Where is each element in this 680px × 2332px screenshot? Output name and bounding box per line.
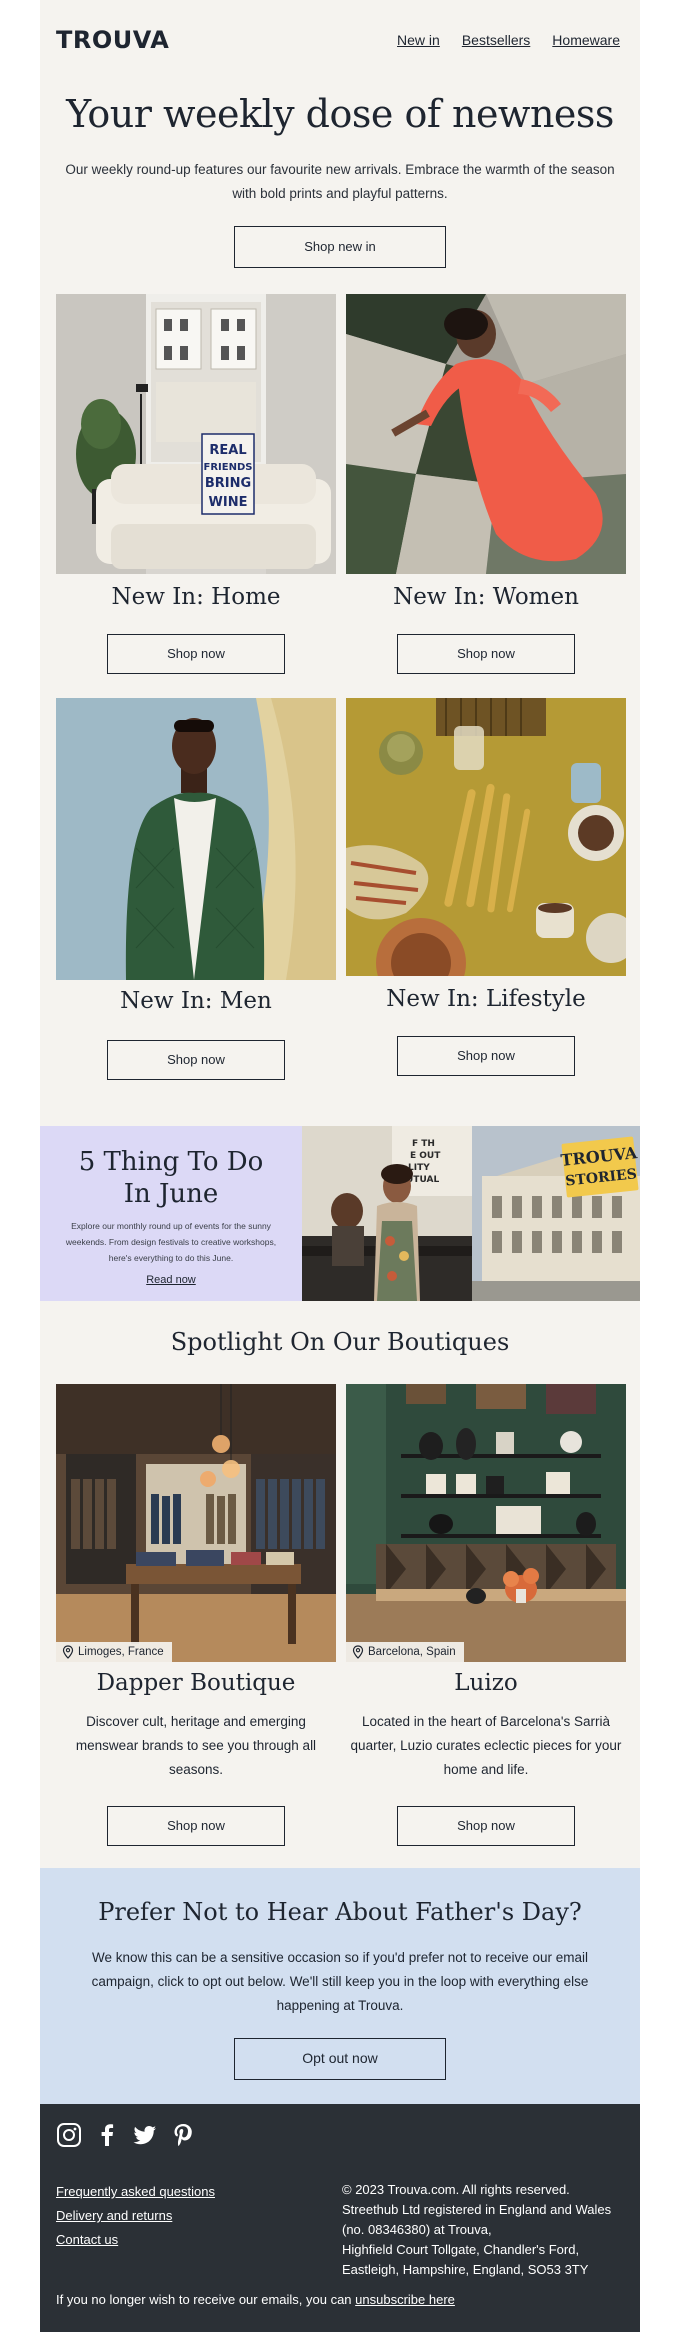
location-text-luizo: Barcelona, Spain [368,1646,456,1658]
footer-copyright: © 2023 Trouva.com. All rights reserved. … [342,2180,632,2280]
contact-us-link[interactable]: Contact us [56,2228,215,2252]
hero-text: Our weekly round-up features our favouri… [65,162,615,201]
copyright-line: © 2023 Trouva.com. All rights reserved. [342,2182,570,2197]
product-title-lifestyle: New In: Lifestyle [386,986,586,1012]
read-now-link[interactable]: Read now [40,1274,302,1286]
nav-link-new-in[interactable]: New in [397,32,440,48]
events-text-panel: 5 Thing To Do In June Explore our monthl… [40,1126,302,1301]
twitter-icon[interactable] [132,2122,158,2148]
product-image-men[interactable] [56,698,336,980]
company-number-line: (no. 08346380) at Trouva, [342,2222,492,2237]
product-image-women[interactable] [346,294,626,574]
unsubscribe-text: If you no longer wish to receive our ema… [56,2292,352,2307]
events-title-line2: In June [123,1179,219,1209]
svg-text:WINE: WINE [209,495,248,510]
svg-text:REAL: REAL [209,443,246,458]
opt-out-button[interactable]: Opt out now [234,2038,446,2080]
svg-text:BRING: BRING [205,476,251,491]
nav-link-bestsellers[interactable]: Bestsellers [462,32,530,48]
boutique-name-luizo: Luizo [454,1670,518,1696]
events-image[interactable]: F TH E OUT LITY UTUAL TROUVA STORIES [302,1126,640,1301]
shop-now-button-luizo[interactable]: Shop now [397,1806,575,1846]
svg-text:FRIENDS: FRIENDS [204,462,253,473]
shop-now-button-lifestyle[interactable]: Shop now [397,1036,575,1076]
address-line: Highfield Court Tollgate, Chandler's For… [342,2242,580,2257]
hero-title: Your weekly dose of newness [66,92,614,136]
product-title-home: New In: Home [111,584,281,610]
delivery-returns-link[interactable]: Delivery and returns [56,2204,215,2228]
boutique-desc-luizo: Located in the heart of Barcelona's Sarr… [350,1714,622,1777]
unsubscribe-notice: If you no longer wish to receive our ema… [56,2292,455,2307]
shop-now-button-women[interactable]: Shop now [397,634,575,674]
product-image-home[interactable]: REAL FRIENDS BRING WINE [56,294,336,574]
footer-links: Frequently asked questions Delivery and … [56,2180,215,2252]
instagram-icon[interactable] [56,2122,82,2148]
events-banner: 5 Thing To Do In June Explore our monthl… [40,1126,640,1301]
optout-section: Prefer Not to Hear About Father's Day? W… [40,1868,640,2104]
nav-link-homeware[interactable]: Homeware [552,32,620,48]
optout-title: Prefer Not to Hear About Father's Day? [98,1898,582,1926]
pinterest-icon[interactable] [170,2122,196,2148]
events-title: 5 Thing To Do In June [40,1146,302,1210]
boutique-image-dapper[interactable]: Limoges, France [56,1384,336,1662]
product-title-women: New In: Women [393,584,579,610]
unsubscribe-link[interactable]: unsubscribe here [355,2292,455,2307]
shop-now-button-men[interactable]: Shop now [107,1040,285,1080]
email-header: TROUVA New in Bestsellers Homeware [40,0,640,80]
social-links [56,2122,196,2148]
product-image-lifestyle[interactable] [346,698,626,976]
location-text-dapper: Limoges, France [78,1646,164,1658]
boutique-name-dapper: Dapper Boutique [96,1670,296,1696]
facebook-icon[interactable] [94,2122,120,2148]
boutique-desc-dapper: Discover cult, heritage and emerging men… [75,1714,317,1777]
faq-link[interactable]: Frequently asked questions [56,2180,215,2204]
product-title-men: New In: Men [120,988,272,1014]
events-text: Explore our monthly round up of events f… [65,1221,277,1263]
email-footer: Frequently asked questions Delivery and … [40,2104,640,2332]
trouva-logo[interactable]: TROUVA [56,26,169,54]
location-tag-luizo: Barcelona, Spain [346,1642,464,1662]
shop-now-button-dapper[interactable]: Shop now [107,1806,285,1846]
email-container: TROUVA New in Bestsellers Homeware Your … [40,0,640,2332]
address-line-2: Eastleigh, Hampshire, England, SO53 3TY [342,2262,589,2277]
location-pin-icon [62,1645,74,1659]
company-line: Streethub Ltd registered in England and … [342,2202,612,2217]
location-tag-dapper: Limoges, France [56,1642,172,1662]
header-nav: New in Bestsellers Homeware [397,32,620,48]
events-title-line1: 5 Thing To Do [78,1147,264,1177]
svg-text:F TH: F TH [412,1139,435,1149]
shop-new-in-button[interactable]: Shop new in [234,226,446,268]
location-pin-icon [352,1645,364,1659]
optout-text: We know this can be a sensitive occasion… [91,1950,589,2013]
boutique-image-luizo[interactable]: Barcelona, Spain [346,1384,626,1662]
shop-now-button-home[interactable]: Shop now [107,634,285,674]
boutiques-section-title: Spotlight On Our Boutiques [170,1328,510,1356]
svg-text:E OUT: E OUT [410,1151,441,1161]
